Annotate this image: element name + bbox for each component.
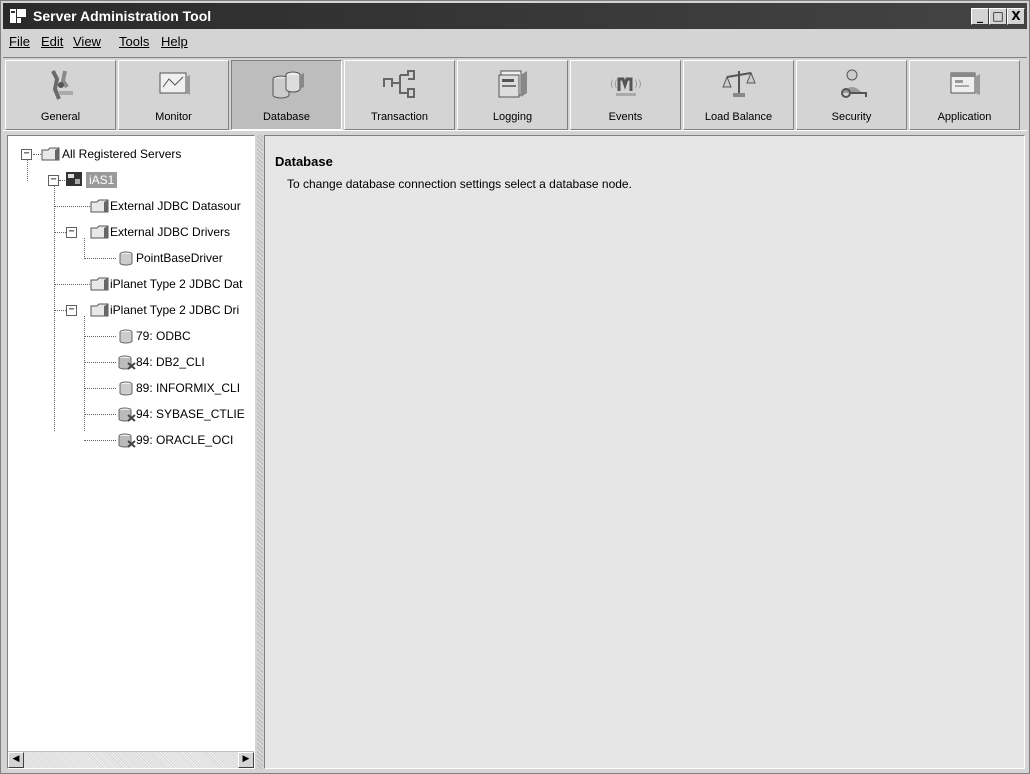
toolbar-label: Transaction — [370, 111, 429, 123]
tree-node-iplanet-jdbc-datasources[interactable]: iPlanet Type 2 JDBC Dat — [110, 277, 243, 291]
tree-node-pointbasedriver[interactable]: PointBaseDriver — [136, 251, 223, 265]
tree-guide — [33, 154, 41, 155]
menu-bar: File Edit View Tools Help — [3, 31, 1027, 53]
database-disabled-icon — [118, 407, 136, 422]
toolbar-load-balance-button[interactable]: Load Balance — [683, 60, 794, 130]
tree-node-server[interactable]: iAS1 — [86, 172, 118, 188]
menu-help[interactable]: Help — [161, 34, 188, 49]
menu-view[interactable]: View — [73, 34, 101, 49]
menu-edit[interactable]: Edit — [41, 34, 63, 49]
window-title: Server Administration Tool — [33, 8, 212, 24]
toolbar-events-button[interactable]: (( )) Events — [570, 60, 681, 130]
folder-icon — [90, 225, 109, 239]
toolbar-monitor-button[interactable]: Monitor — [118, 60, 229, 130]
events-icon: (( )) — [610, 77, 642, 96]
toolbar-label: Security — [831, 111, 872, 123]
server-tree[interactable]: − All Registered Servers − iAS1 External… — [7, 135, 255, 769]
transaction-icon — [383, 70, 415, 98]
tree-node-informix-cli[interactable]: 89: INFORMIX_CLI — [136, 381, 240, 395]
scroll-right-arrow-icon[interactable]: ▶ — [238, 752, 254, 768]
tree-guide — [27, 160, 28, 181]
menu-file[interactable]: File — [9, 34, 30, 49]
general-icon — [51, 70, 73, 100]
close-button[interactable]: X — [1007, 8, 1025, 25]
toolbar-label: Database — [262, 111, 311, 123]
tree-node-iplanet-jdbc-drivers[interactable]: iPlanet Type 2 JDBC Dri — [110, 303, 239, 317]
logging-icon — [498, 70, 527, 98]
folder-icon — [90, 199, 109, 213]
toolbar-label: General — [40, 111, 81, 123]
folder-icon — [90, 303, 109, 317]
menu-tools[interactable]: Tools — [119, 34, 149, 49]
collapse-toggle[interactable]: − — [48, 175, 59, 186]
tree-node-external-jdbc-drivers[interactable]: External JDBC Drivers — [110, 225, 230, 239]
toolbar-general-button[interactable]: General — [5, 60, 116, 130]
tree-guide — [54, 206, 90, 207]
toolbar-application-button[interactable]: Application — [909, 60, 1020, 130]
svg-text:)): )) — [634, 79, 642, 90]
tree-guide — [54, 186, 55, 431]
database-disabled-icon — [118, 355, 136, 370]
load-balance-icon — [722, 71, 756, 97]
content-title: Database — [275, 154, 333, 169]
tree-guide — [54, 232, 66, 233]
toolbar-label: Application — [937, 111, 992, 123]
horizontal-scrollbar[interactable]: ◀ ▶ — [8, 751, 254, 768]
collapse-toggle[interactable]: − — [66, 227, 77, 238]
security-icon — [841, 69, 867, 98]
tree-node-sybase-ctlib[interactable]: 94: SYBASE_CTLIE — [136, 407, 245, 421]
toolbar: General Monitor Database Transaction Log… — [3, 57, 1027, 131]
content-panel: Database To change database connection s… — [264, 135, 1025, 769]
tree-guide — [54, 310, 66, 311]
toolbar-database-button[interactable]: Database — [231, 60, 342, 130]
tree-node-root[interactable]: All Registered Servers — [62, 147, 181, 161]
app-icon — [10, 9, 26, 23]
tree-guide — [84, 362, 116, 363]
svg-text:((: (( — [610, 79, 618, 90]
database-disabled-icon — [118, 433, 136, 448]
tree-guide — [84, 258, 116, 259]
monitor-icon — [159, 72, 190, 95]
toolbar-security-button[interactable]: Security — [796, 60, 907, 130]
database-icon — [272, 71, 304, 99]
toolbar-label: Logging — [492, 111, 533, 123]
tree-guide — [84, 238, 85, 257]
title-bar[interactable]: Server Administration Tool _ □ X — [3, 3, 1027, 29]
folder-icon — [90, 277, 109, 291]
database-node-icon — [119, 329, 133, 344]
collapse-toggle[interactable]: − — [66, 305, 77, 316]
toolbar-label: Events — [608, 111, 643, 123]
toolbar-label: Monitor — [155, 111, 192, 123]
tree-node-external-jdbc-datasources[interactable]: External JDBC Datasour — [110, 199, 241, 213]
folder-icon — [41, 147, 60, 161]
panel-splitter[interactable] — [257, 135, 263, 769]
database-node-icon — [119, 381, 133, 396]
content-description: To change database connection settings s… — [287, 177, 632, 191]
tree-guide — [54, 284, 90, 285]
tree-node-db2-cli[interactable]: 84: DB2_CLI — [136, 355, 205, 369]
server-icon — [66, 172, 82, 186]
tree-guide — [84, 414, 116, 415]
tree-guide — [84, 336, 116, 337]
collapse-toggle[interactable]: − — [21, 149, 32, 160]
scroll-left-arrow-icon[interactable]: ◀ — [8, 752, 24, 768]
scroll-track[interactable] — [24, 752, 238, 768]
server-admin-window: Server Administration Tool _ □ X File Ed… — [0, 0, 1030, 774]
toolbar-logging-button[interactable]: Logging — [457, 60, 568, 130]
tree-node-odbc[interactable]: 79: ODBC — [136, 329, 191, 343]
minimize-button[interactable]: _ — [971, 8, 989, 25]
toolbar-label: Load Balance — [704, 111, 773, 123]
database-node-icon — [119, 251, 133, 266]
application-icon — [950, 72, 980, 95]
tree-guide — [84, 440, 116, 441]
tree-guide — [84, 388, 116, 389]
toolbar-transaction-button[interactable]: Transaction — [344, 60, 455, 130]
maximize-button[interactable]: □ — [989, 8, 1007, 25]
tree-node-oracle-oci[interactable]: 99: ORACLE_OCI — [136, 433, 233, 447]
